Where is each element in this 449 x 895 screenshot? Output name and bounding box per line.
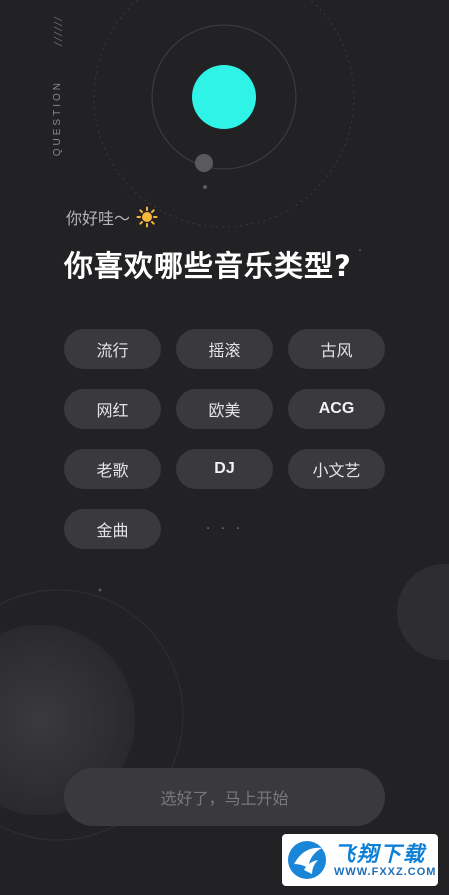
genre-chip-rock[interactable]: 摇滚 <box>176 329 273 369</box>
genre-chip-acg[interactable]: ACG <box>288 389 385 429</box>
watermark-title: 飞翔下载 <box>334 842 426 866</box>
genre-chip-ancient-style[interactable]: 古风 <box>288 329 385 369</box>
side-label-question: QUESTION <box>52 80 63 157</box>
watermark: 飞翔下载 WWW.FXXZ.COM <box>282 834 438 886</box>
orbit-ring-inner <box>151 24 297 170</box>
page-title: 你喜欢哪些音乐类型? <box>64 249 352 283</box>
cyan-orb <box>192 65 256 129</box>
star-dot <box>203 185 207 189</box>
right-edge-planet <box>397 564 449 660</box>
more-indicator: · · · <box>205 521 244 537</box>
start-button[interactable]: 选好了，马上开始 <box>64 768 385 826</box>
genre-chip-pop[interactable]: 流行 <box>64 329 161 369</box>
greeting: 你好哇～ <box>66 205 158 229</box>
genre-grid: 流行 摇滚 古风 网红 欧美 ACG 老歌 DJ 小文艺 金曲 · · · <box>64 329 386 549</box>
greeting-text: 你好哇～ <box>66 209 131 228</box>
watermark-url: WWW.FXXZ.COM <box>334 866 437 878</box>
genre-chip-indie-art[interactable]: 小文艺 <box>288 449 385 489</box>
genre-chip-oldies[interactable]: 老歌 <box>64 449 161 489</box>
decorative-slashes: ////// <box>52 16 63 47</box>
sun-icon <box>136 206 158 228</box>
orbit-ring-outer <box>93 0 355 228</box>
small-star <box>98 588 102 592</box>
watermark-logo-icon <box>288 841 326 879</box>
genre-chip-internet-hits[interactable]: 网红 <box>64 389 161 429</box>
genre-chip-dj[interactable]: DJ <box>176 449 273 489</box>
genre-chip-western[interactable]: 欧美 <box>176 389 273 429</box>
genre-chip-golden-hits[interactable]: 金曲 <box>64 509 161 549</box>
small-star <box>359 249 361 251</box>
orbit-small-planet <box>195 154 213 172</box>
